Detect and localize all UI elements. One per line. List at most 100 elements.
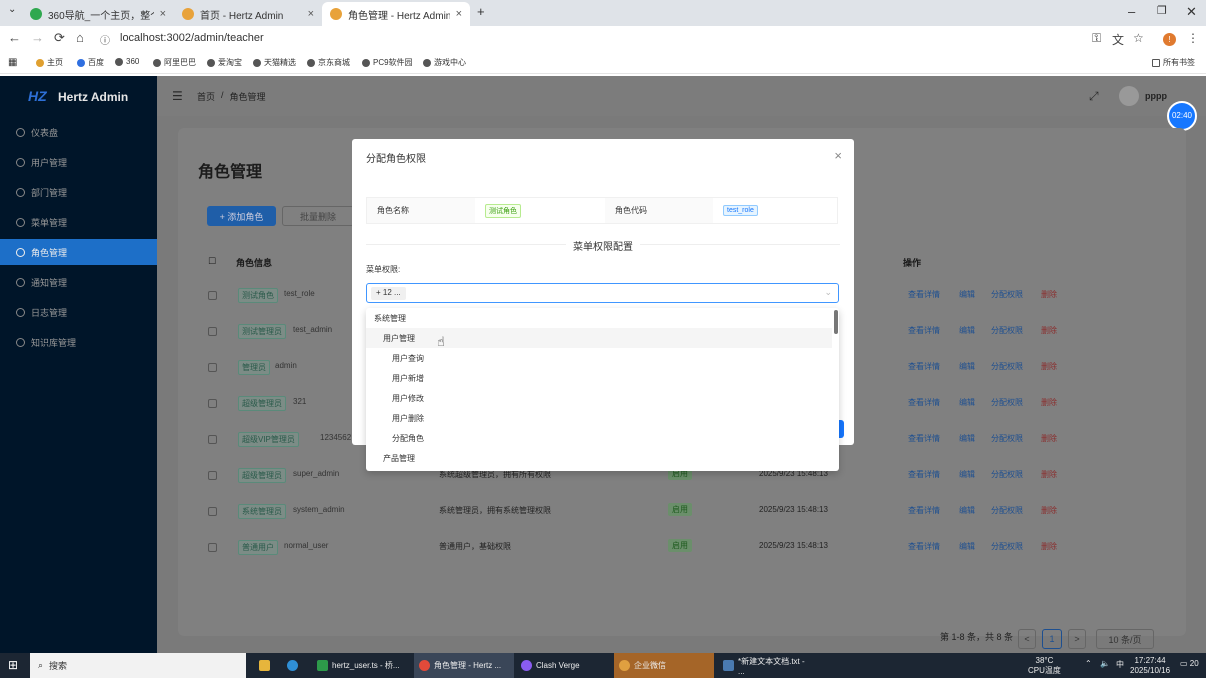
edit-link[interactable]: 编辑 <box>959 397 975 408</box>
bookmark-item[interactable]: 阿里巴巴 <box>153 57 196 68</box>
view-details-link[interactable]: 查看详情 <box>908 325 940 336</box>
view-details-link[interactable]: 查看详情 <box>908 397 940 408</box>
edit-link[interactable]: 编辑 <box>959 325 975 336</box>
delete-link[interactable]: 删除 <box>1041 433 1057 444</box>
sidebar-item-menus[interactable]: 菜单管理 <box>0 209 157 235</box>
batch-delete-button[interactable]: 批量删除 <box>282 206 354 226</box>
sidebar-item-knowledge[interactable]: 知识库管理 <box>0 329 157 355</box>
tree-node[interactable]: 系统管理 <box>366 308 832 328</box>
assign-permission-link[interactable]: 分配权限 <box>991 469 1023 480</box>
star-icon[interactable]: ☆ <box>1133 31 1144 45</box>
browser-tab-360[interactable]: 360导航_一个主页，整个世界 × <box>22 2 174 26</box>
assign-permission-link[interactable]: 分配权限 <box>991 289 1023 300</box>
edit-link[interactable]: 编辑 <box>959 433 975 444</box>
row-checkbox[interactable] <box>208 471 217 480</box>
delete-link[interactable]: 删除 <box>1041 397 1057 408</box>
assign-permission-link[interactable]: 分配权限 <box>991 541 1023 552</box>
view-details-link[interactable]: 查看详情 <box>908 505 940 516</box>
edit-link[interactable]: 编辑 <box>959 289 975 300</box>
tree-node[interactable]: 产品管理 <box>366 448 832 468</box>
view-details-link[interactable]: 查看详情 <box>908 433 940 444</box>
close-tab-icon[interactable]: × <box>456 8 462 20</box>
tab-list-icon[interactable]: ⌄ <box>8 4 16 15</box>
user-avatar[interactable] <box>1119 86 1139 106</box>
menu-dots-icon[interactable]: ⋮ <box>1187 31 1199 45</box>
maximize-icon[interactable]: ❐ <box>1157 4 1167 17</box>
assign-permission-link[interactable]: 分配权限 <box>991 361 1023 372</box>
row-checkbox[interactable] <box>208 363 217 372</box>
close-tab-icon[interactable]: × <box>160 8 166 20</box>
home-icon[interactable]: ⌂ <box>76 30 84 45</box>
tree-node[interactable]: 用户删除 <box>366 408 832 428</box>
bookmark-item[interactable]: PC9软件园 <box>362 57 413 68</box>
breadcrumb-home[interactable]: 首页 <box>197 90 215 103</box>
tree-node[interactable]: 用户管理 <box>366 328 832 348</box>
add-role-button[interactable]: + 添加角色 <box>207 206 276 226</box>
bookmark-item[interactable]: 主页 <box>36 57 63 68</box>
delete-link[interactable]: 删除 <box>1041 289 1057 300</box>
minimize-icon[interactable]: – <box>1128 4 1135 19</box>
close-window-icon[interactable]: ✕ <box>1186 4 1197 20</box>
assign-permission-link[interactable]: 分配权限 <box>991 325 1023 336</box>
prev-page-button[interactable]: < <box>1018 629 1036 649</box>
ime-indicator[interactable]: 中 <box>1116 659 1124 670</box>
taskbar-app-notepad[interactable]: *新建文本文档.txt - ... <box>718 653 818 678</box>
assign-permission-link[interactable]: 分配权限 <box>991 397 1023 408</box>
sidebar-item-logs[interactable]: 日志管理 <box>0 299 157 325</box>
taskbar-search[interactable]: ⌕ 搜索 <box>30 653 246 678</box>
row-checkbox[interactable] <box>208 399 217 408</box>
sidebar-item-notifications[interactable]: 通知管理 <box>0 269 157 295</box>
row-checkbox[interactable] <box>208 291 217 300</box>
delete-link[interactable]: 删除 <box>1041 505 1057 516</box>
view-details-link[interactable]: 查看详情 <box>908 361 940 372</box>
view-details-link[interactable]: 查看详情 <box>908 541 940 552</box>
tray-chevron-icon[interactable]: ⌃ <box>1085 659 1092 668</box>
view-details-link[interactable]: 查看详情 <box>908 289 940 300</box>
taskbar-app-editor[interactable]: hertz_user.ts - 桥... <box>312 653 412 678</box>
profile-avatar[interactable]: ! <box>1163 33 1176 46</box>
bookmark-item[interactable]: 游戏中心 <box>423 57 466 68</box>
edge-icon[interactable] <box>282 653 307 678</box>
next-page-button[interactable]: > <box>1068 629 1086 649</box>
dropdown-scrollbar[interactable] <box>834 310 838 334</box>
close-tab-icon[interactable]: × <box>308 8 314 20</box>
user-name[interactable]: pppp <box>1145 91 1167 101</box>
row-checkbox[interactable] <box>208 507 217 516</box>
bookmark-item[interactable]: 天猫精选 <box>253 57 296 68</box>
view-details-link[interactable]: 查看详情 <box>908 469 940 480</box>
assign-permission-link[interactable]: 分配权限 <box>991 433 1023 444</box>
delete-link[interactable]: 删除 <box>1041 325 1057 336</box>
browser-tab-roles[interactable]: 角色管理 - Hertz Admin × <box>322 2 470 26</box>
browser-tab-home[interactable]: 首页 - Hertz Admin × <box>174 2 322 26</box>
tree-node[interactable]: 用户新增 <box>366 368 832 388</box>
page-1-button[interactable]: 1 <box>1042 629 1062 649</box>
forward-icon[interactable]: → <box>31 30 44 45</box>
windows-start-icon[interactable]: ⊞ <box>8 658 18 672</box>
delete-link[interactable]: 删除 <box>1041 469 1057 480</box>
cpu-temp[interactable]: 38°C CPU温度 <box>1028 656 1061 676</box>
select-all-checkbox[interactable]: ☐ <box>208 256 216 267</box>
edit-link[interactable]: 编辑 <box>959 541 975 552</box>
all-bookmarks[interactable]: 所有书签 <box>1152 57 1195 68</box>
tree-node[interactable]: 用户查询 <box>366 348 832 368</box>
tree-node[interactable]: 用户修改 <box>366 388 832 408</box>
row-checkbox[interactable] <box>208 543 217 552</box>
brand-logo[interactable]: HZ Hertz Admin <box>28 88 128 106</box>
row-checkbox[interactable] <box>208 327 217 336</box>
file-explorer-icon[interactable] <box>254 653 279 678</box>
new-tab-button[interactable]: + <box>477 4 485 19</box>
taskbar-app-browser[interactable]: 角色管理 - Hertz ... <box>414 653 514 678</box>
floating-clock[interactable]: 02:40 <box>1167 101 1197 131</box>
menu-permission-tree-select[interactable]: + 12 ... ⌄ <box>366 283 839 303</box>
translate-icon[interactable]: 文 <box>1112 31 1124 48</box>
bookmark-item[interactable]: 爱淘宝 <box>207 57 242 68</box>
close-modal-icon[interactable]: × <box>834 148 842 163</box>
sidebar-item-roles[interactable]: 角色管理 <box>0 239 157 265</box>
sidebar-item-departments[interactable]: 部门管理 <box>0 179 157 205</box>
clock[interactable]: 17:27:44 2025/10/16 <box>1130 656 1170 676</box>
bookmark-item[interactable]: 百度 <box>77 57 104 68</box>
sidebar-item-users[interactable]: 用户管理 <box>0 149 157 175</box>
volume-icon[interactable]: 🔈 <box>1100 659 1110 668</box>
delete-link[interactable]: 删除 <box>1041 361 1057 372</box>
back-icon[interactable]: ← <box>8 30 21 45</box>
